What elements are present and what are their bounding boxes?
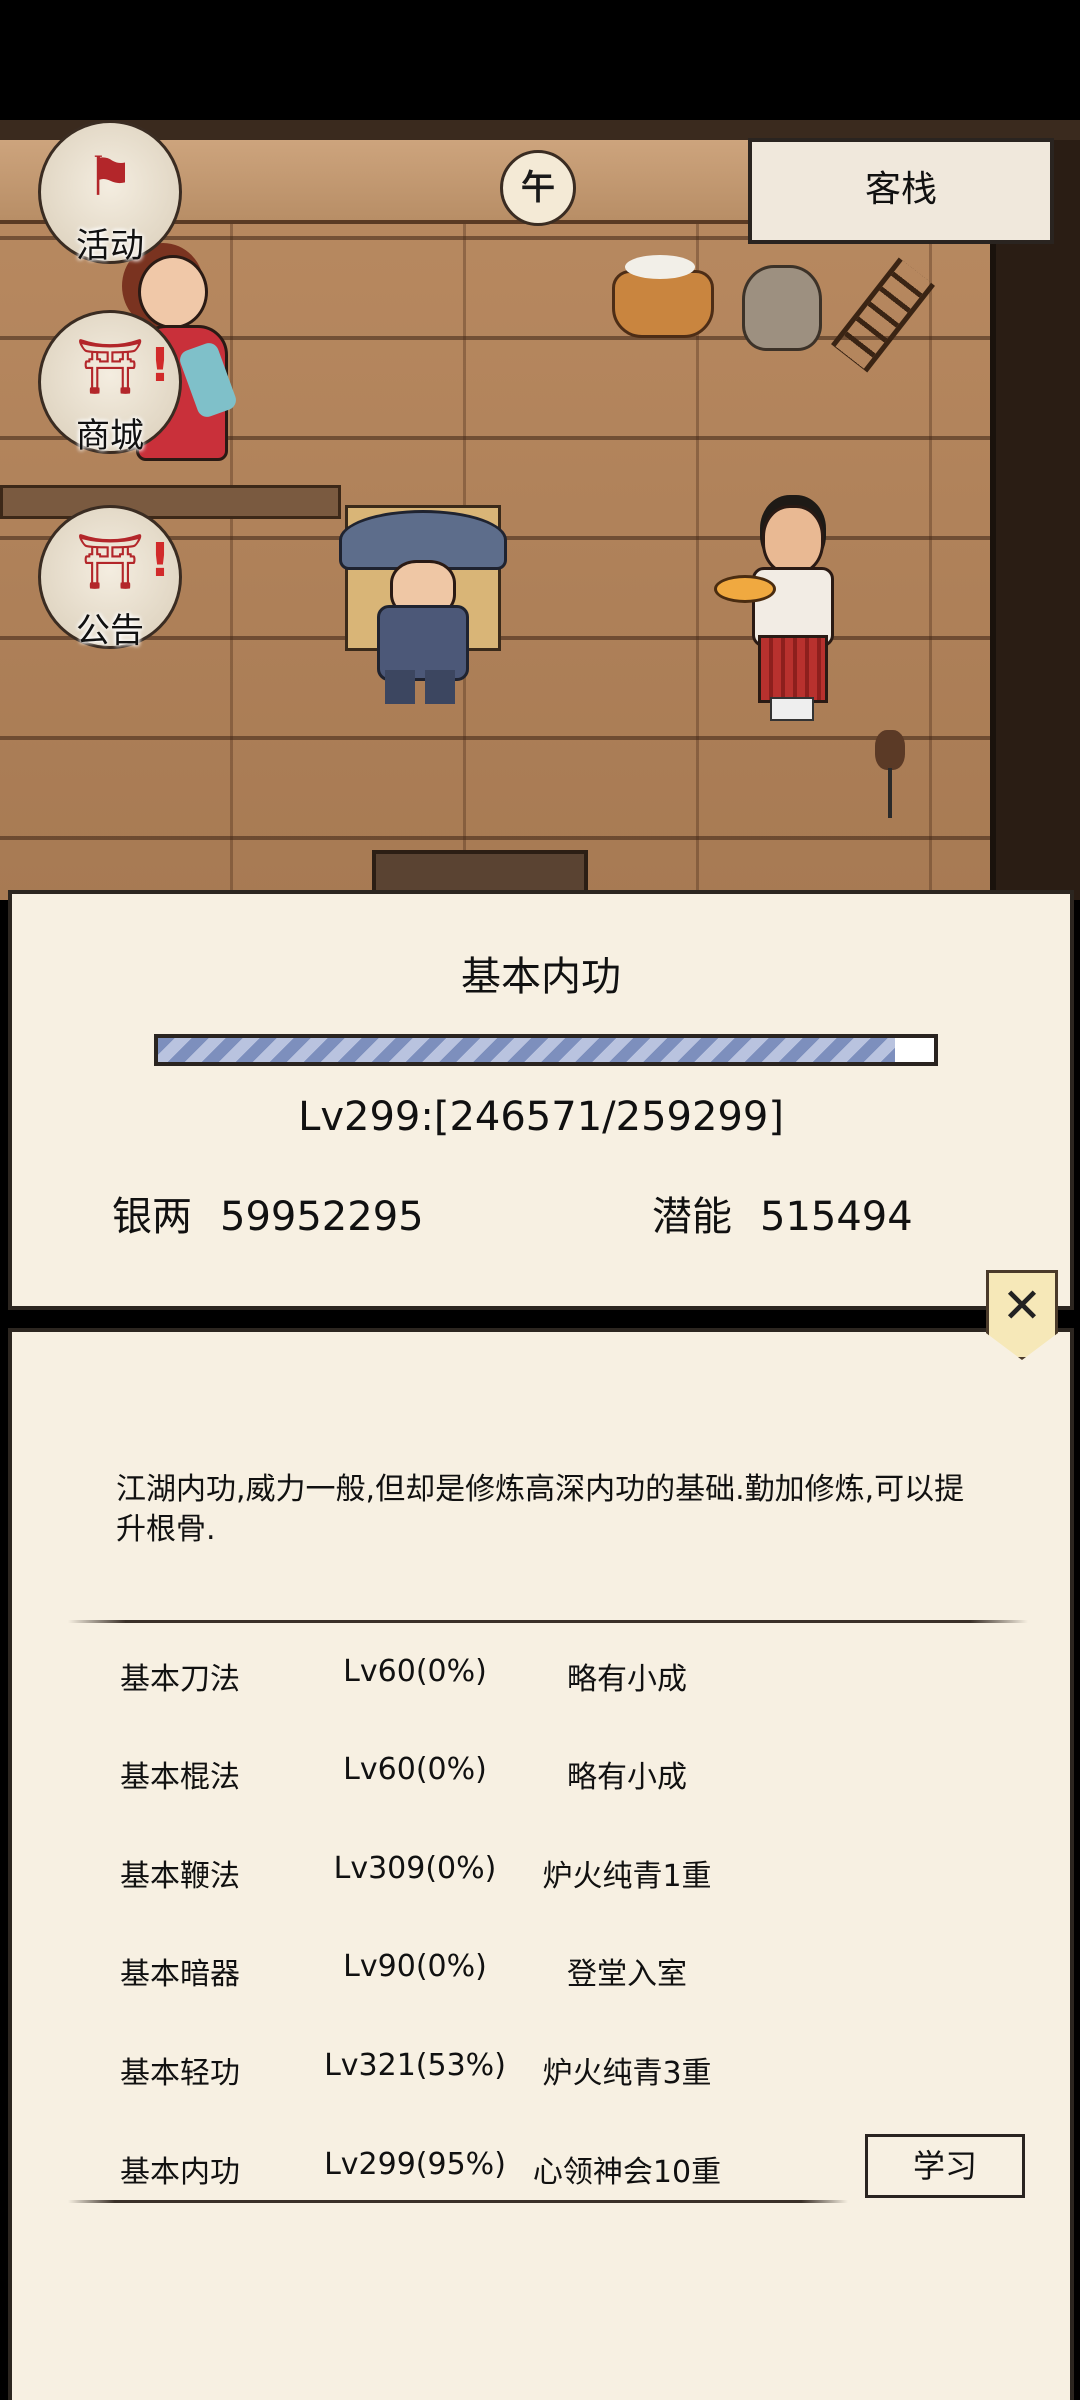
skill-level: Lv309(0%) (333, 1851, 497, 1886)
game-scene: 午 客栈 ⚑ 活动 ⛩ ! 商城 ⛩ ! 公告 (0, 120, 1080, 900)
skill-level: Lv299(95%) (324, 2147, 506, 2182)
skill-rank: 心领神会10重 (532, 2155, 722, 2190)
skill-name: 基本内功 (120, 2155, 240, 2190)
location-sign[interactable]: 客栈 (748, 138, 1054, 244)
silver-value: 59952295 (220, 1194, 424, 1240)
activity-button[interactable]: ⚑ 活动 (38, 120, 182, 266)
skill-name: 基本暗器 (120, 1957, 240, 1992)
shop-alert-icon: ! (149, 338, 171, 392)
skill-level: Lv90(0%) (343, 1949, 487, 1984)
skill-progress-bar (154, 1034, 938, 1066)
notice-alert-icon: ! (149, 533, 171, 587)
skill-level: Lv60(0%) (343, 1654, 487, 1689)
learn-button[interactable]: 学习 (865, 2134, 1025, 2198)
shop-counter (0, 485, 341, 519)
skill-level-text: Lv299:[246571/259299] (298, 1094, 784, 1140)
potential-label: 潜能 (652, 1194, 732, 1240)
skill-level: Lv321(53%) (324, 2048, 506, 2083)
skill-row[interactable]: 基本棍法 Lv60(0%) 略有小成 (12, 1742, 1078, 1802)
skill-name: 基本棍法 (120, 1760, 240, 1795)
npc-waiter[interactable] (714, 505, 850, 725)
silver-stat: 银两 59952295 (112, 1184, 424, 1242)
skill-level: Lv60(0%) (343, 1752, 487, 1787)
skill-rank: 登堂入室 (567, 1957, 687, 1992)
divider-top (68, 1620, 1028, 1623)
rice-basket-prop (612, 255, 714, 338)
npc-weapon-merchant[interactable] (325, 465, 515, 705)
right-wall (990, 140, 1080, 900)
skill-name: 基本鞭法 (120, 1859, 240, 1894)
time-glyph: 午 (521, 168, 555, 208)
weapon-stand-prop (870, 730, 910, 820)
skill-description: 江湖内功,威力一般,但却是修炼高深内功的基础.勤加修炼,可以提升根骨. (116, 1472, 965, 1547)
divider-bottom (68, 2200, 848, 2203)
activity-label: 活动 (76, 226, 144, 266)
skill-row[interactable]: 基本鞭法 Lv309(0%) 炉火纯青1重 (12, 1841, 1078, 1901)
skill-progress-fill (158, 1038, 896, 1062)
skill-title: 基本内功 (461, 954, 621, 1000)
skill-row[interactable]: 基本轻功 Lv321(53%) 炉火纯青3重 (12, 2038, 1078, 2098)
skill-detail-panel: 江湖内功,威力一般,但却是修炼高深内功的基础.勤加修炼,可以提升根骨. 基本刀法… (8, 1328, 1074, 2400)
notice-label: 公告 (76, 611, 144, 651)
close-button[interactable]: ✕ (986, 1270, 1058, 1360)
shop-label: 商城 (76, 416, 144, 456)
notice-button[interactable]: ⛩ ! 公告 (38, 505, 182, 651)
time-of-day-sun-icon: 午 (500, 150, 576, 226)
potential-value: 515494 (760, 1194, 913, 1240)
skill-row[interactable]: 基本暗器 Lv90(0%) 登堂入室 (12, 1939, 1078, 1999)
banner-icon: ⚑ (85, 145, 135, 208)
skill-rank: 略有小成 (567, 1662, 687, 1697)
shop-button[interactable]: ⛩ ! 商城 (38, 310, 182, 456)
skill-header-panel: 基本内功 Lv299:[246571/259299] 银两 59952295 潜能… (8, 890, 1074, 1310)
close-icon: ✕ (1001, 1278, 1043, 1334)
skill-row[interactable]: 基本刀法 Lv60(0%) 略有小成 (12, 1644, 1078, 1704)
grain-sack-prop (742, 265, 822, 351)
skill-rank: 略有小成 (567, 1760, 687, 1795)
skill-name: 基本刀法 (120, 1662, 240, 1697)
potential-stat: 潜能 515494 (652, 1184, 913, 1242)
location-name: 客栈 (864, 169, 937, 210)
silver-label: 银两 (112, 1194, 192, 1240)
skill-name: 基本轻功 (120, 2056, 240, 2091)
skill-rank: 炉火纯青1重 (542, 1859, 712, 1894)
skill-rank: 炉火纯青3重 (542, 2056, 712, 2091)
